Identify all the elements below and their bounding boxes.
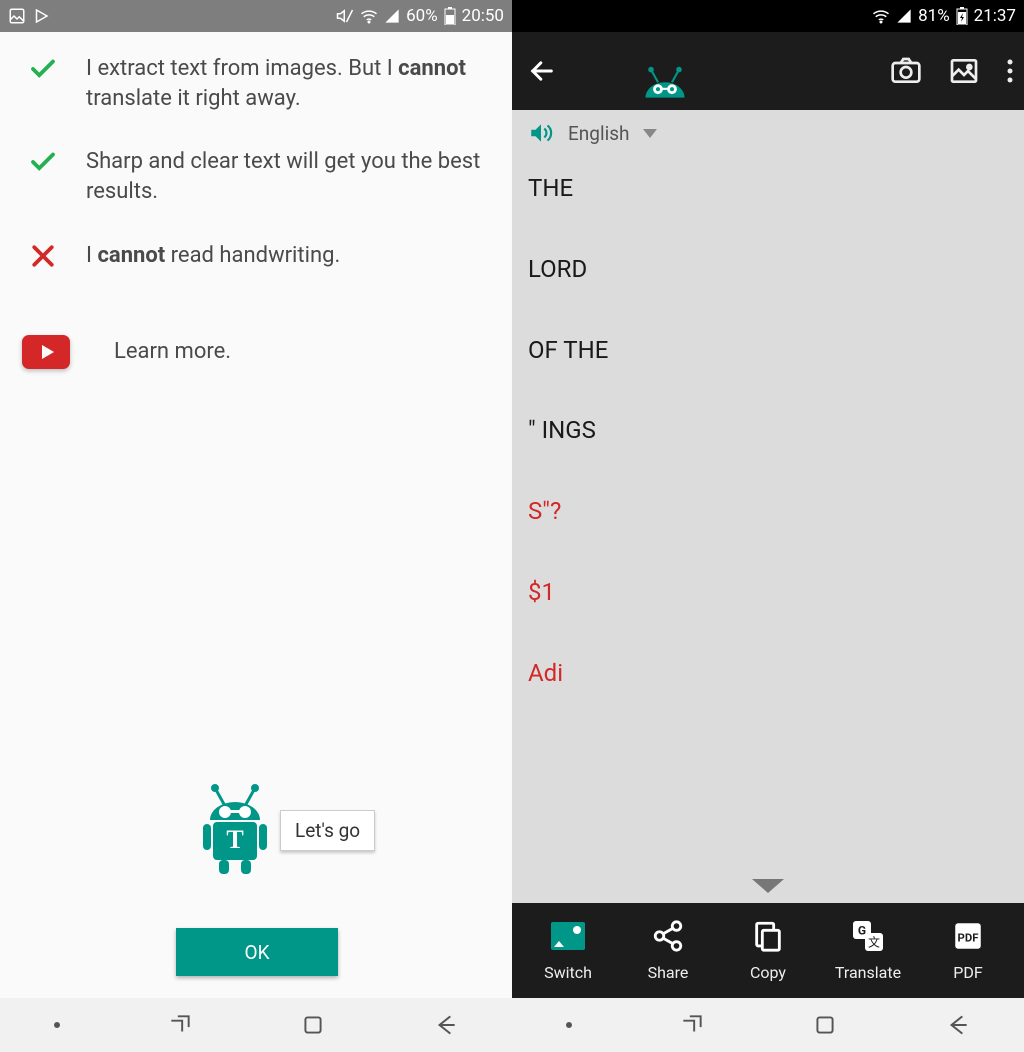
recent-apps-icon[interactable] bbox=[167, 1012, 193, 1038]
app-bar bbox=[512, 32, 1024, 110]
switch-action[interactable]: Switch bbox=[528, 917, 608, 982]
home-icon[interactable] bbox=[300, 1012, 326, 1038]
switch-icon bbox=[551, 922, 585, 950]
action-label: Translate bbox=[835, 963, 901, 982]
nav-dot-icon bbox=[54, 1022, 60, 1028]
share-action[interactable]: Share bbox=[628, 917, 708, 982]
action-label: Switch bbox=[544, 963, 592, 982]
check-icon bbox=[24, 147, 62, 177]
status-bar-right: 81% 21:37 bbox=[512, 0, 1024, 32]
text-line: LORD bbox=[528, 255, 1008, 284]
svg-text:G: G bbox=[858, 924, 866, 938]
wifi-icon bbox=[872, 7, 890, 25]
tip-text: I cannot read handwriting. bbox=[86, 241, 340, 275]
result-screen: 81% 21:37 English THE bbox=[512, 0, 1024, 1052]
speaker-icon[interactable] bbox=[528, 120, 554, 146]
home-icon[interactable] bbox=[812, 1012, 838, 1038]
learn-more-row[interactable]: Learn more. bbox=[22, 335, 490, 369]
text-line: S"? bbox=[528, 497, 1008, 526]
mascot-icon: T bbox=[185, 780, 285, 880]
nav-bar bbox=[512, 998, 1024, 1052]
battery-text: 81% bbox=[918, 6, 950, 26]
bottom-action-bar: Switch Share Copy G文 Translate bbox=[512, 903, 1024, 998]
nav-dot-icon bbox=[566, 1022, 572, 1028]
battery-icon bbox=[444, 7, 456, 25]
signal-icon bbox=[896, 8, 912, 24]
tip-text: I extract text from images. But I cannot… bbox=[86, 54, 490, 113]
play-icon bbox=[32, 7, 50, 25]
onboarding-screen: 60% 20:50 I extract text from images. Bu… bbox=[0, 0, 512, 1052]
back-icon[interactable] bbox=[945, 1012, 971, 1038]
extracted-text-area[interactable]: THE LORD OF THE " INGS S"? $1 Adi bbox=[512, 156, 1024, 869]
tip-row: I extract text from images. But I cannot… bbox=[22, 54, 490, 113]
image-icon bbox=[8, 7, 26, 25]
action-label: Copy bbox=[750, 963, 786, 982]
action-label: PDF bbox=[953, 963, 982, 982]
back-button[interactable] bbox=[522, 51, 562, 91]
learn-more-text: Learn more. bbox=[114, 337, 231, 367]
cross-icon bbox=[26, 241, 60, 271]
copy-icon bbox=[751, 919, 785, 953]
battery-charging-icon bbox=[956, 7, 968, 25]
chevron-down-icon bbox=[752, 879, 784, 893]
ok-button[interactable]: OK bbox=[176, 928, 338, 976]
text-line: $1 bbox=[528, 578, 1008, 607]
text-line: Adi bbox=[528, 659, 1008, 688]
time-text: 20:50 bbox=[462, 6, 504, 26]
text-line: " INGS bbox=[528, 416, 1008, 445]
camera-icon[interactable] bbox=[890, 55, 922, 87]
text-line: THE bbox=[528, 174, 1008, 203]
status-bar-left: 60% 20:50 bbox=[0, 0, 512, 32]
time-text: 21:37 bbox=[974, 6, 1016, 26]
svg-text:PDF: PDF bbox=[958, 931, 979, 945]
tip-row: I cannot read handwriting. bbox=[22, 241, 490, 275]
action-label: Share bbox=[648, 963, 689, 982]
battery-text: 60% bbox=[406, 6, 438, 26]
nav-bar bbox=[0, 998, 512, 1052]
copy-action[interactable]: Copy bbox=[728, 917, 808, 982]
pdf-icon: PDF bbox=[951, 919, 985, 953]
pdf-action[interactable]: PDF PDF bbox=[928, 917, 1008, 982]
chevron-down-icon bbox=[643, 129, 657, 138]
check-icon bbox=[24, 54, 62, 84]
translate-action[interactable]: G文 Translate bbox=[828, 917, 908, 982]
lets-go-bubble: Let's go bbox=[280, 810, 375, 851]
share-icon bbox=[651, 919, 685, 953]
tip-text: Sharp and clear text will get you the be… bbox=[86, 147, 490, 206]
language-label: English bbox=[568, 122, 629, 145]
tip-row: Sharp and clear text will get you the be… bbox=[22, 147, 490, 206]
language-selector[interactable]: English bbox=[512, 110, 1024, 156]
youtube-icon bbox=[22, 335, 70, 369]
translate-icon: G文 bbox=[850, 918, 886, 954]
mute-icon bbox=[336, 7, 354, 25]
back-icon[interactable] bbox=[433, 1012, 459, 1038]
signal-icon bbox=[384, 8, 400, 24]
wifi-icon bbox=[360, 7, 378, 25]
gallery-icon[interactable] bbox=[948, 55, 980, 87]
more-icon[interactable] bbox=[1006, 57, 1014, 85]
svg-text:T: T bbox=[226, 825, 243, 854]
mascot-head-icon bbox=[630, 64, 700, 110]
svg-text:文: 文 bbox=[868, 935, 880, 950]
recent-apps-icon[interactable] bbox=[679, 1012, 705, 1038]
bottom-sheet-handle[interactable] bbox=[512, 869, 1024, 903]
text-line: OF THE bbox=[528, 336, 1008, 365]
